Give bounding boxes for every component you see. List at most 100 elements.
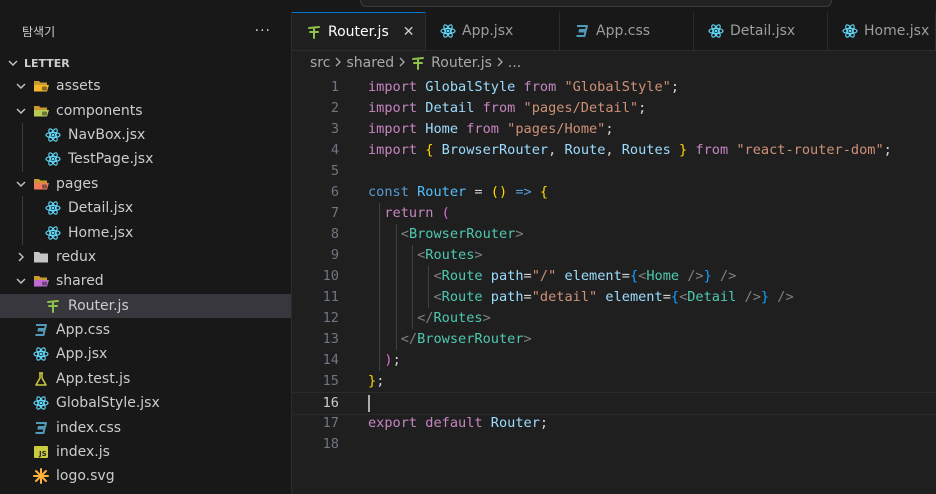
line-content: };	[368, 371, 384, 392]
code-token: Routes	[433, 310, 483, 326]
tree-item-label: Detail.jsx	[68, 200, 134, 217]
file-app-test-js[interactable]: App.test.js	[0, 367, 291, 391]
css-icon	[32, 420, 50, 436]
tree-item-label: TestPage.jsx	[68, 151, 154, 168]
svg-asterisk-icon	[32, 468, 50, 485]
code-line: 9 <Routes>	[292, 245, 936, 266]
line-content: import GlobalStyle from "GlobalStyle";	[368, 77, 679, 98]
tab-app-jsx[interactable]: App.jsx	[426, 12, 560, 50]
breadcrumb-item[interactable]: ...	[508, 55, 521, 71]
code-token: {	[629, 268, 639, 284]
code-token: path	[490, 268, 524, 284]
code-token: from	[687, 142, 737, 158]
code-token: from	[515, 79, 565, 95]
indent-guide	[395, 224, 397, 350]
react-icon	[44, 127, 62, 143]
react-icon	[842, 23, 858, 39]
code-token: from	[458, 121, 508, 137]
code-token: Detail	[425, 100, 475, 116]
tree-item-label: GlobalStyle.jsx	[56, 395, 160, 412]
code-token: =	[662, 289, 671, 305]
folder-assets[interactable]: assets	[0, 74, 291, 98]
tab-app-css[interactable]: App.css	[560, 12, 694, 50]
code-token: path	[490, 289, 524, 305]
file-router-js[interactable]: Router.js	[0, 293, 291, 319]
line-content: export default Router;	[368, 413, 548, 434]
code-token: element	[597, 289, 663, 305]
file-app-css[interactable]: App.css	[0, 318, 291, 342]
line-number: 4	[330, 142, 339, 158]
code-token: const	[368, 184, 418, 200]
file-tree: assets components NavBox.jsx TestPage.jsx pa…	[0, 74, 291, 489]
assets-folder-icon	[32, 78, 50, 94]
file-testpage-jsx[interactable]: TestPage.jsx	[0, 147, 291, 172]
line-content: const Router = () => {	[368, 182, 548, 203]
code-token: <	[433, 268, 442, 284]
code-token: Route	[564, 142, 606, 158]
command-center[interactable]	[360, 0, 832, 7]
js-icon: JS	[32, 444, 50, 460]
file-globalstyle-jsx[interactable]: GlobalStyle.jsx	[0, 391, 291, 415]
file-logo-svg[interactable]: logo.svg	[0, 464, 291, 488]
tree-item-label: App.jsx	[56, 346, 108, 363]
code-token: "react-router-dom"	[736, 142, 884, 158]
code-token: ;	[539, 415, 549, 431]
tree-item-label: App.css	[56, 322, 111, 339]
code-token: </	[400, 331, 418, 347]
breadcrumb-item[interactable]: Router.js	[431, 55, 492, 71]
line-number: 6	[330, 184, 339, 200]
code-token: BrowserRouter	[408, 226, 516, 242]
file-detail-jsx[interactable]: Detail.jsx	[0, 195, 291, 221]
svg-text:JS: JS	[38, 450, 47, 458]
line-number: 13	[322, 331, 339, 347]
shared-folder-icon	[32, 273, 50, 289]
file-app-jsx[interactable]: App.jsx	[0, 342, 291, 366]
line-number: 2	[330, 100, 339, 116]
code-token: from	[474, 100, 524, 116]
tree-item-label: Router.js	[68, 297, 129, 314]
chevron-right-icon	[398, 57, 406, 70]
code-line: 8 <BrowserRouter>	[292, 224, 936, 245]
more-actions-icon[interactable]: ···	[255, 23, 271, 39]
workspace-section-header[interactable]: LETTER	[0, 52, 291, 74]
workspace-name: LETTER	[24, 56, 70, 70]
code-token: ;	[376, 373, 385, 389]
close-icon[interactable]: ✕	[403, 24, 415, 40]
code-token: ;	[670, 79, 680, 95]
code-token: ,	[605, 142, 622, 158]
code-token: "GlobalStyle"	[564, 79, 671, 95]
folder-pages[interactable]: pages	[0, 172, 291, 196]
chevron-down-icon	[14, 106, 28, 116]
code-token: import	[368, 121, 426, 137]
router-icon	[44, 298, 62, 314]
breadcrumb: src shared Router.js...	[310, 52, 521, 74]
code-line: 6 const Router = () => {	[292, 182, 936, 203]
tree-item-label: assets	[56, 78, 101, 95]
tab-detail-jsx[interactable]: Detail.jsx	[694, 12, 828, 50]
file-home-jsx[interactable]: Home.jsx	[0, 220, 291, 245]
breadcrumb-item[interactable]: src	[310, 55, 330, 71]
line-content: <BrowserRouter>	[368, 224, 524, 245]
folder-redux[interactable]: redux	[0, 245, 291, 269]
code-editor[interactable]: 1 import GlobalStyle from "GlobalStyle"; 2…	[292, 74, 936, 494]
code-token: import	[368, 79, 426, 95]
folder-shared[interactable]: shared	[0, 269, 291, 293]
breadcrumb-item[interactable]: shared	[346, 55, 394, 71]
folder-icon	[32, 249, 50, 265]
code-token: Detail	[687, 289, 745, 305]
react-icon	[44, 225, 62, 241]
file-index-js[interactable]: JS index.js	[0, 440, 291, 464]
line-content: import { BrowserRouter, Route, Routes } …	[368, 140, 892, 161]
folder-components[interactable]: components	[0, 98, 291, 122]
tab-router-js[interactable]: Router.js ✕	[292, 12, 426, 50]
tab-label: Detail.jsx	[730, 23, 796, 39]
tab-label: App.jsx	[462, 23, 514, 39]
code-token: Router	[417, 184, 467, 200]
file-index-css[interactable]: index.css	[0, 415, 291, 439]
code-line: 2 import Detail from "pages/Detail";	[292, 98, 936, 119]
file-navbox-jsx[interactable]: NavBox.jsx	[0, 122, 291, 148]
chevron-right-icon	[496, 57, 504, 70]
code-line: 5	[292, 161, 936, 182]
tab-home-jsx[interactable]: Home.jsx	[828, 12, 936, 50]
